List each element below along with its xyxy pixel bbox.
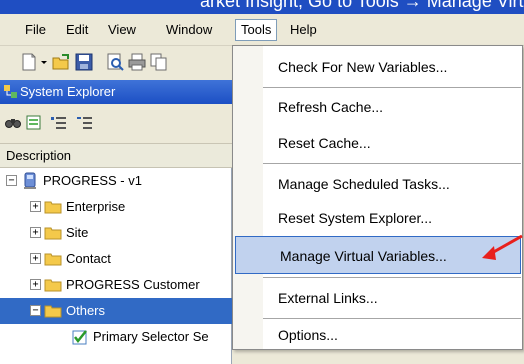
- computer-icon: [24, 172, 36, 189]
- tree-item-label: PROGRESS - v1: [43, 173, 142, 188]
- tree-item-contact[interactable]: + Contact: [0, 246, 232, 272]
- menu-item-external-links[interactable]: External Links...: [234, 279, 521, 317]
- annotation-arrow-icon: [482, 234, 523, 260]
- find-icon[interactable]: [5, 114, 22, 131]
- collapse-icon[interactable]: −: [6, 175, 17, 186]
- tree-item-label: Contact: [66, 251, 111, 266]
- copy-icon[interactable]: [150, 53, 168, 71]
- explorer-title: System Explorer: [20, 84, 116, 99]
- tree-item-progress-customer[interactable]: + PROGRESS Customer: [0, 272, 232, 298]
- menu-edit[interactable]: Edit: [61, 20, 93, 40]
- tree-item-label: Others: [66, 303, 106, 318]
- tree-item-site[interactable]: + Site: [0, 220, 232, 246]
- menu-item-options[interactable]: Options...: [234, 316, 521, 354]
- open-folder-icon[interactable]: [52, 53, 70, 71]
- folder-icon: [44, 305, 62, 318]
- folder-icon: [44, 227, 62, 240]
- menu-tools[interactable]: Tools: [235, 19, 278, 41]
- menu-separator: [263, 163, 521, 164]
- menu-window[interactable]: Window: [161, 20, 217, 40]
- tree-item-enterprise[interactable]: + Enterprise: [0, 194, 232, 220]
- new-document-icon[interactable]: [20, 53, 38, 71]
- explorer-title-bar: System Explorer: [0, 80, 232, 104]
- tree-item-label: PROGRESS Customer: [66, 277, 200, 292]
- menu-file[interactable]: File: [20, 20, 51, 40]
- banner-text: arket Insight, Go to Tools → Manage Virt…: [200, 0, 524, 11]
- checkbox-icon: [72, 330, 87, 345]
- menu-item-manage-scheduled-tasks[interactable]: Manage Scheduled Tasks...: [234, 165, 521, 203]
- tree-item-label: Enterprise: [66, 199, 126, 214]
- menu-item-reset-cache[interactable]: Reset Cache...: [234, 124, 521, 162]
- menu-separator: [263, 277, 521, 278]
- expand-icon[interactable]: +: [30, 253, 41, 264]
- collapse-icon[interactable]: −: [30, 305, 41, 316]
- properties-icon[interactable]: [26, 114, 43, 131]
- description-column-header[interactable]: Description: [0, 144, 232, 168]
- expand-icon[interactable]: +: [30, 201, 41, 212]
- list-icon[interactable]: [76, 114, 93, 131]
- tree-item-label: Primary Selector Se: [93, 329, 209, 344]
- explorer-toolbar: [0, 104, 232, 144]
- dropdown-arrow-icon[interactable]: [40, 53, 48, 71]
- print-preview-icon[interactable]: [106, 53, 124, 71]
- tree-item-others[interactable]: − Others: [0, 298, 232, 324]
- print-icon[interactable]: [128, 53, 146, 71]
- tools-menu: Check For New Variables... Refresh Cache…: [232, 45, 523, 350]
- menu-view[interactable]: View: [103, 20, 141, 40]
- menu-bar: File Edit View Window Tools Help: [0, 14, 524, 46]
- instruction-banner: arket Insight, Go to Tools → Manage Virt…: [0, 0, 524, 14]
- folder-icon: [44, 279, 62, 292]
- explorer-icon: [4, 85, 17, 98]
- tree-item-root[interactable]: − PROGRESS - v1: [0, 168, 232, 194]
- folder-icon: [44, 201, 62, 214]
- tree-item-label: Site: [66, 225, 89, 240]
- tree-item-primary-selector[interactable]: Primary Selector Se: [0, 324, 232, 350]
- menu-help[interactable]: Help: [285, 20, 322, 40]
- save-icon[interactable]: [75, 53, 93, 71]
- system-explorer-panel: System Explorer Description − PROGRESS -…: [0, 80, 232, 364]
- expand-icon[interactable]: +: [30, 279, 41, 290]
- menu-item-refresh-cache[interactable]: Refresh Cache...: [234, 88, 521, 126]
- menu-item-check-new-variables[interactable]: Check For New Variables...: [234, 48, 521, 86]
- folder-icon: [44, 253, 62, 266]
- sort-icon[interactable]: [50, 114, 67, 131]
- expand-icon[interactable]: +: [30, 227, 41, 238]
